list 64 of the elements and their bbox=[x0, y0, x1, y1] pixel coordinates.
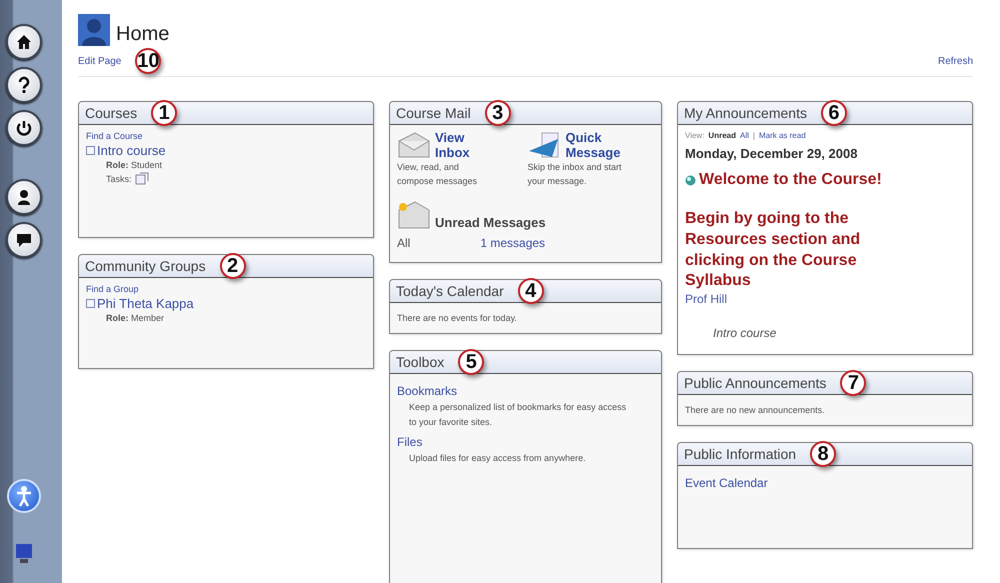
filter-link[interactable]: All bbox=[740, 131, 749, 140]
edit-page-link[interactable]: Edit Page bbox=[78, 56, 122, 66]
panel-title: Public Information bbox=[684, 446, 796, 462]
callout-marker: 1 bbox=[151, 100, 178, 126]
unread-label: All bbox=[397, 236, 410, 250]
view-label: View: bbox=[685, 131, 704, 140]
person-icon[interactable] bbox=[6, 179, 42, 215]
panel-title: Courses bbox=[85, 105, 138, 121]
mark-read-link[interactable]: Mark as read bbox=[758, 131, 806, 140]
chat-icon[interactable] bbox=[6, 222, 42, 258]
callout-marker: 7 bbox=[840, 370, 866, 396]
help-icon[interactable] bbox=[6, 67, 42, 103]
separator-text: | bbox=[752, 131, 755, 140]
course-link[interactable]: Phi Theta Kappa bbox=[97, 296, 194, 311]
find-link[interactable]: Find a Group bbox=[86, 284, 366, 294]
page-title: Home bbox=[116, 23, 170, 46]
accessibility-icon[interactable] bbox=[7, 479, 41, 513]
announcement-date: Monday, December 29, 2008 bbox=[685, 146, 858, 161]
globe-icon bbox=[685, 174, 696, 186]
announcement-body: Begin by going to the Resources section and clicking on the Course Syllabus bbox=[685, 209, 862, 292]
tool-link[interactable]: Files bbox=[397, 434, 654, 449]
info-link[interactable]: Event Calendar bbox=[685, 476, 965, 490]
callout-marker: 8 bbox=[810, 441, 836, 468]
unread-title: Unread Messages bbox=[435, 215, 546, 230]
tool-description: Keep a personalized list of bookmarks for easy access to your favorite sites. bbox=[408, 401, 628, 430]
monitor-icon[interactable] bbox=[14, 543, 34, 565]
course-link[interactable]: Intro course bbox=[97, 143, 166, 158]
action-description: Skip the inbox and start your message. bbox=[528, 161, 623, 188]
role-text: Role: Member bbox=[105, 313, 166, 323]
tool-description: Upload files for easy access from anywhere. bbox=[408, 452, 587, 465]
checkbox-icon bbox=[86, 146, 95, 155]
announcement-headline: Welcome to the Course! bbox=[699, 171, 882, 189]
home-icon[interactable] bbox=[6, 24, 42, 60]
tasks-label: Tasks: bbox=[106, 174, 132, 184]
mail-action-link[interactable]: View Inbox bbox=[435, 131, 470, 161]
empty-message: There are no events for today. bbox=[397, 312, 518, 325]
panel-title: Course Mail bbox=[396, 105, 471, 121]
avatar-icon bbox=[78, 14, 110, 46]
course-name: Intro course bbox=[713, 326, 778, 340]
panel-title: Community Groups bbox=[85, 258, 206, 274]
callout-marker: 3 bbox=[484, 100, 511, 126]
power-icon[interactable] bbox=[6, 110, 42, 146]
panel-title: Today's Calendar bbox=[396, 283, 504, 299]
role-text: Role: Student bbox=[105, 160, 164, 170]
panel-title: Public Announcements bbox=[684, 375, 826, 392]
refresh-link[interactable]: Refresh bbox=[938, 56, 973, 66]
checkbox-icon bbox=[86, 299, 95, 308]
empty-message: There are no new announcements. bbox=[685, 404, 826, 418]
find-link[interactable]: Find a Course bbox=[86, 131, 366, 141]
callout-marker: 6 bbox=[820, 100, 847, 126]
callout-marker: 5 bbox=[458, 349, 484, 375]
tool-link[interactable]: Bookmarks bbox=[397, 384, 654, 398]
filter-link[interactable]: Unread bbox=[708, 131, 736, 140]
action-description: View, read, and compose messages bbox=[397, 161, 478, 188]
panel-title: Toolbox bbox=[396, 354, 444, 370]
author-link[interactable]: Prof Hill bbox=[685, 292, 965, 306]
callout-marker: 2 bbox=[220, 253, 246, 279]
panel-title: My Announcements bbox=[684, 105, 807, 121]
tasks-icon[interactable] bbox=[134, 172, 149, 185]
new-mail-icon bbox=[397, 200, 431, 230]
mail-action-link[interactable]: Quick Message bbox=[566, 131, 620, 161]
messages-link[interactable]: 1 messages bbox=[480, 236, 546, 250]
callout-marker: 10 bbox=[135, 48, 162, 74]
callout-marker: 4 bbox=[518, 278, 544, 304]
